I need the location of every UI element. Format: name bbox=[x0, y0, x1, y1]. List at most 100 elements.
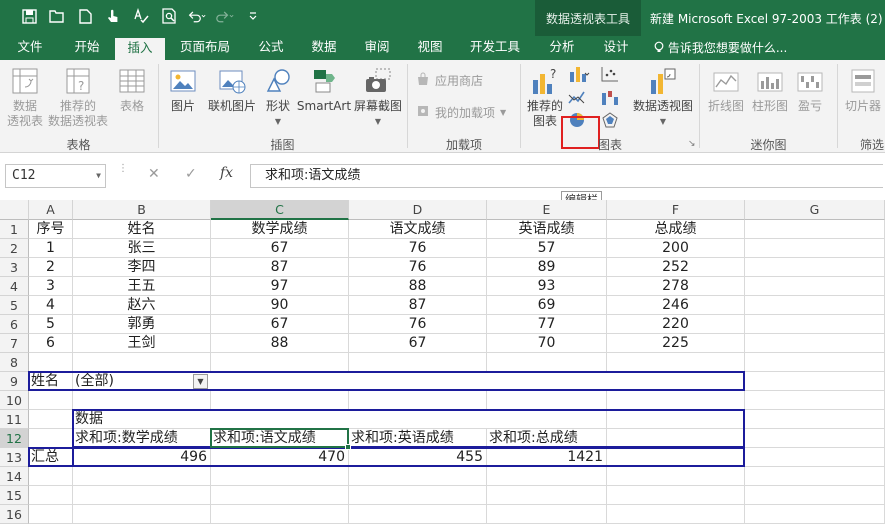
table-header-cell[interactable]: 总成绩 bbox=[607, 220, 745, 239]
formula-input[interactable]: 求和项:语文成绩 bbox=[250, 164, 883, 188]
row-header-7[interactable]: 7 bbox=[0, 334, 29, 353]
drag-handle-icon[interactable]: ⋮ bbox=[118, 163, 128, 174]
column-header-a[interactable]: A bbox=[29, 200, 73, 220]
grid-cell[interactable] bbox=[73, 486, 211, 505]
tab-review[interactable]: 审阅 bbox=[353, 36, 401, 60]
table-cell[interactable]: 李四 bbox=[73, 258, 211, 277]
grid-cell[interactable] bbox=[745, 315, 885, 334]
save-icon[interactable] bbox=[20, 7, 38, 25]
grid-cell[interactable] bbox=[349, 391, 487, 410]
grid-cell[interactable] bbox=[745, 239, 885, 258]
table-cell[interactable]: 赵六 bbox=[73, 296, 211, 315]
tab-view[interactable]: 视图 bbox=[406, 36, 454, 60]
table-cell[interactable]: 69 bbox=[487, 296, 607, 315]
table-cell[interactable]: 57 bbox=[487, 239, 607, 258]
my-addins-button[interactable]: 我的加载项 ▼ bbox=[416, 104, 506, 121]
row-header-8[interactable]: 8 bbox=[0, 353, 29, 372]
table-cell[interactable]: 5 bbox=[29, 315, 73, 334]
row-header-9[interactable]: 9 bbox=[0, 372, 29, 391]
table-cell[interactable]: 王剑 bbox=[73, 334, 211, 353]
grid-cell[interactable] bbox=[745, 258, 885, 277]
online-pictures-button[interactable]: 联机图片 bbox=[204, 60, 260, 114]
radar-chart-dropdown[interactable] bbox=[598, 110, 624, 130]
table-header-cell[interactable]: 序号 bbox=[29, 220, 73, 239]
table-button[interactable]: 表格 bbox=[112, 60, 152, 114]
grid-cell[interactable] bbox=[29, 486, 73, 505]
grid-cell[interactable] bbox=[211, 467, 349, 486]
column-header-b[interactable]: B bbox=[73, 200, 211, 220]
table-cell[interactable]: 89 bbox=[487, 258, 607, 277]
grid-cell[interactable] bbox=[745, 296, 885, 315]
fill-handle[interactable] bbox=[345, 444, 351, 450]
grid-cell[interactable] bbox=[73, 353, 211, 372]
table-cell[interactable]: 6 bbox=[29, 334, 73, 353]
column-header-d[interactable]: D bbox=[349, 200, 487, 220]
table-cell[interactable]: 67 bbox=[211, 315, 349, 334]
table-cell[interactable]: 70 bbox=[487, 334, 607, 353]
waterfall-chart-dropdown[interactable] bbox=[598, 88, 624, 108]
grid-cell[interactable] bbox=[349, 467, 487, 486]
grid-cell[interactable] bbox=[29, 353, 73, 372]
grid-cell[interactable] bbox=[745, 277, 885, 296]
table-cell[interactable]: 67 bbox=[349, 334, 487, 353]
grid-cell[interactable] bbox=[745, 429, 885, 448]
row-header-13[interactable]: 13 bbox=[0, 448, 29, 467]
column-header-c[interactable]: C bbox=[211, 200, 349, 220]
open-folder-icon[interactable] bbox=[48, 7, 66, 25]
table-header-cell[interactable]: 姓名 bbox=[73, 220, 211, 239]
row-header-1[interactable]: 1 bbox=[0, 220, 29, 239]
chevron-down-icon[interactable]: ▼ bbox=[96, 165, 101, 187]
filter-dropdown-arrow-icon[interactable]: ▼ bbox=[193, 374, 208, 389]
grid-cell[interactable] bbox=[211, 353, 349, 372]
enter-check-icon[interactable]: ✓ bbox=[185, 166, 197, 182]
new-file-icon[interactable] bbox=[76, 7, 94, 25]
screenshot-button[interactable]: 屏幕截图 ▼ bbox=[352, 60, 404, 129]
grid-cell[interactable] bbox=[349, 505, 487, 524]
table-header-cell[interactable]: 数学成绩 bbox=[211, 220, 349, 239]
table-cell[interactable]: 67 bbox=[211, 239, 349, 258]
row-header-12[interactable]: 12 bbox=[0, 429, 29, 448]
line-chart-dropdown[interactable] bbox=[566, 88, 592, 108]
grid-cell[interactable] bbox=[487, 486, 607, 505]
table-cell[interactable]: 77 bbox=[487, 315, 607, 334]
grid-cell[interactable] bbox=[211, 486, 349, 505]
insert-function-icon[interactable]: fx bbox=[220, 165, 233, 181]
table-cell[interactable]: 278 bbox=[607, 277, 745, 296]
row-header-16[interactable]: 16 bbox=[0, 505, 29, 524]
scatter-chart-dropdown[interactable] bbox=[598, 64, 624, 84]
customize-qat-icon[interactable] bbox=[244, 7, 262, 25]
tab-file[interactable]: 文件 bbox=[8, 36, 52, 60]
row-header-11[interactable]: 11 bbox=[0, 410, 29, 429]
print-preview-icon[interactable] bbox=[160, 7, 178, 25]
tab-home[interactable]: 开始 bbox=[62, 36, 112, 60]
row-header-2[interactable]: 2 bbox=[0, 239, 29, 258]
table-cell[interactable]: 87 bbox=[211, 258, 349, 277]
grid-cell[interactable] bbox=[607, 391, 745, 410]
table-cell[interactable]: 90 bbox=[211, 296, 349, 315]
row-header-3[interactable]: 3 bbox=[0, 258, 29, 277]
sparkline-column-button[interactable]: 柱形图 bbox=[748, 60, 792, 114]
table-cell[interactable]: 2 bbox=[29, 258, 73, 277]
grid-cell[interactable] bbox=[745, 448, 885, 467]
store-button[interactable]: 应用商店 bbox=[416, 72, 483, 89]
grid-cell[interactable] bbox=[73, 391, 211, 410]
tab-formulas[interactable]: 公式 bbox=[247, 36, 295, 60]
grid-cell[interactable] bbox=[745, 486, 885, 505]
tab-analyze[interactable]: 分析 bbox=[538, 36, 586, 60]
tab-insert[interactable]: 插入 bbox=[115, 36, 165, 60]
grid-cell[interactable] bbox=[29, 410, 73, 429]
grid-cell[interactable] bbox=[29, 429, 73, 448]
grid-cell[interactable] bbox=[487, 353, 607, 372]
column-header-e[interactable]: E bbox=[487, 200, 607, 220]
column-header-g[interactable]: G bbox=[745, 200, 885, 220]
row-header-15[interactable]: 15 bbox=[0, 486, 29, 505]
table-cell[interactable]: 3 bbox=[29, 277, 73, 296]
grid-cell[interactable] bbox=[29, 467, 73, 486]
tab-data[interactable]: 数据 bbox=[300, 36, 348, 60]
grid-cell[interactable] bbox=[607, 467, 745, 486]
cancel-icon[interactable]: ✕ bbox=[148, 166, 160, 182]
table-cell[interactable]: 王五 bbox=[73, 277, 211, 296]
table-header-cell[interactable]: 语文成绩 bbox=[349, 220, 487, 239]
table-cell[interactable]: 4 bbox=[29, 296, 73, 315]
grid-cell[interactable] bbox=[487, 391, 607, 410]
